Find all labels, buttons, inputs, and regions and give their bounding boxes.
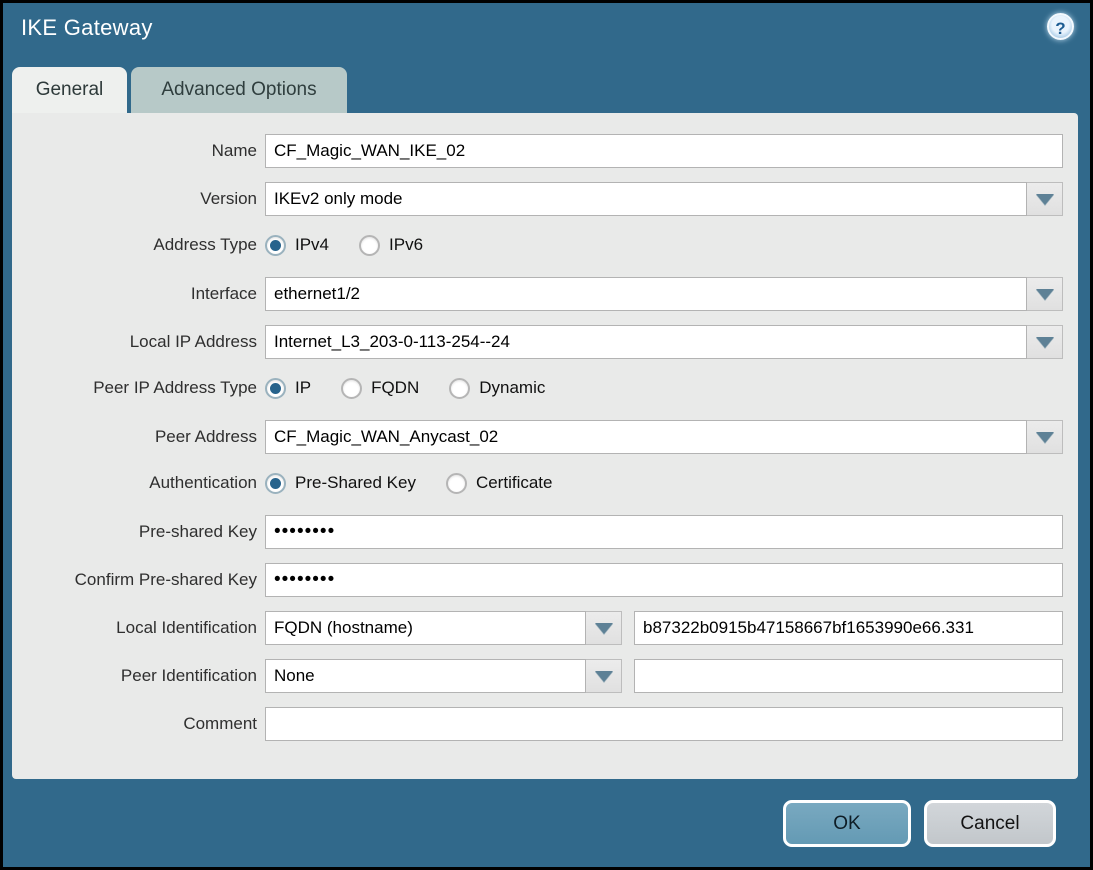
radio-pre-shared-key-icon[interactable] xyxy=(265,473,286,494)
dialog-title: IKE Gateway xyxy=(21,15,153,41)
radio-option-ipv4[interactable]: IPv4 xyxy=(265,235,329,256)
general-tab-panel: Name Version IKEv2 only mode Address Typ… xyxy=(12,113,1078,779)
cancel-button[interactable]: Cancel xyxy=(924,800,1056,847)
name-input[interactable] xyxy=(265,134,1063,168)
local-identification-label: Local Identification xyxy=(12,618,265,638)
peer-identification-type-select[interactable]: None xyxy=(265,659,622,693)
radio-ip-icon[interactable] xyxy=(265,378,286,399)
radio-fqdn-label: FQDN xyxy=(371,378,419,398)
peer-address-dropdown-button[interactable] xyxy=(1027,420,1063,454)
peer-identification-label: Peer Identification xyxy=(12,666,265,686)
local-ip-address-dropdown-button[interactable] xyxy=(1027,325,1063,359)
peer-address-select[interactable]: CF_Magic_WAN_Anycast_02 xyxy=(265,420,1063,454)
radio-ip-label: IP xyxy=(295,378,311,398)
peer-ip-address-type-row: Peer IP Address Type IP FQDN Dynamic xyxy=(12,373,1078,403)
peer-address-select-value[interactable]: CF_Magic_WAN_Anycast_02 xyxy=(265,420,1027,454)
tab-general-label: General xyxy=(36,79,104,101)
dialog-footer: OK Cancel xyxy=(783,800,1056,847)
comment-label: Comment xyxy=(12,714,265,734)
version-select[interactable]: IKEv2 only mode xyxy=(265,182,1063,216)
radio-ipv4-label: IPv4 xyxy=(295,235,329,255)
pre-shared-key-input[interactable] xyxy=(265,515,1063,549)
authentication-label: Authentication xyxy=(12,473,265,493)
local-ip-address-label: Local IP Address xyxy=(12,332,265,352)
interface-dropdown-button[interactable] xyxy=(1027,277,1063,311)
name-label: Name xyxy=(12,141,265,161)
local-identification-type-select[interactable]: FQDN (hostname) xyxy=(265,611,622,645)
radio-option-dynamic[interactable]: Dynamic xyxy=(449,378,545,399)
peer-identification-type-value[interactable]: None xyxy=(265,659,586,693)
help-icon[interactable]: ? xyxy=(1047,13,1074,40)
local-ip-address-select[interactable]: Internet_L3_203-0-113-254--24 xyxy=(265,325,1063,359)
confirm-pre-shared-key-input[interactable] xyxy=(265,563,1063,597)
radio-certificate-icon[interactable] xyxy=(446,473,467,494)
radio-ipv6-icon[interactable] xyxy=(359,235,380,256)
tab-advanced-options-label: Advanced Options xyxy=(161,79,316,101)
radio-option-ip[interactable]: IP xyxy=(265,378,311,399)
local-identification-type-value[interactable]: FQDN (hostname) xyxy=(265,611,586,645)
radio-option-certificate[interactable]: Certificate xyxy=(446,473,553,494)
chevron-down-icon xyxy=(1036,337,1054,348)
ok-button[interactable]: OK xyxy=(783,800,911,847)
peer-address-row: Peer Address CF_Magic_WAN_Anycast_02 xyxy=(12,420,1078,454)
radio-option-pre-shared-key[interactable]: Pre-Shared Key xyxy=(265,473,416,494)
name-row: Name xyxy=(12,134,1078,168)
local-identification-row: Local Identification FQDN (hostname) xyxy=(12,611,1078,645)
version-dropdown-button[interactable] xyxy=(1027,182,1063,216)
radio-fqdn-icon[interactable] xyxy=(341,378,362,399)
version-label: Version xyxy=(12,189,265,209)
interface-select[interactable]: ethernet1/2 xyxy=(265,277,1063,311)
interface-row: Interface ethernet1/2 xyxy=(12,277,1078,311)
address-type-row: Address Type IPv4 IPv6 xyxy=(12,230,1078,260)
interface-label: Interface xyxy=(12,284,265,304)
peer-ip-address-type-label: Peer IP Address Type xyxy=(12,378,265,398)
pre-shared-key-label: Pre-shared Key xyxy=(12,522,265,542)
radio-option-fqdn[interactable]: FQDN xyxy=(341,378,419,399)
address-type-label: Address Type xyxy=(12,235,265,255)
radio-pre-shared-key-label: Pre-Shared Key xyxy=(295,473,416,493)
local-identification-dropdown-button[interactable] xyxy=(586,611,622,645)
chevron-down-icon xyxy=(595,671,613,682)
confirm-pre-shared-key-label: Confirm Pre-shared Key xyxy=(12,570,265,590)
radio-certificate-label: Certificate xyxy=(476,473,553,493)
ike-gateway-dialog: IKE Gateway ? General Advanced Options N… xyxy=(3,3,1090,867)
chevron-down-icon xyxy=(1036,432,1054,443)
interface-select-value[interactable]: ethernet1/2 xyxy=(265,277,1027,311)
pre-shared-key-row: Pre-shared Key xyxy=(12,515,1078,549)
version-row: Version IKEv2 only mode xyxy=(12,182,1078,216)
radio-ipv4-icon[interactable] xyxy=(265,235,286,256)
radio-dynamic-label: Dynamic xyxy=(479,378,545,398)
comment-input[interactable] xyxy=(265,707,1063,741)
chevron-down-icon xyxy=(1036,289,1054,300)
confirm-pre-shared-key-row: Confirm Pre-shared Key xyxy=(12,563,1078,597)
version-select-value[interactable]: IKEv2 only mode xyxy=(265,182,1027,216)
chevron-down-icon xyxy=(1036,194,1054,205)
radio-option-ipv6[interactable]: IPv6 xyxy=(359,235,423,256)
authentication-row: Authentication Pre-Shared Key Certificat… xyxy=(12,468,1078,498)
peer-identification-value-input[interactable] xyxy=(634,659,1063,693)
comment-row: Comment xyxy=(12,707,1078,741)
tab-advanced-options[interactable]: Advanced Options xyxy=(131,67,347,113)
peer-address-label: Peer Address xyxy=(12,427,265,447)
tab-bar: General Advanced Options xyxy=(12,67,347,113)
radio-ipv6-label: IPv6 xyxy=(389,235,423,255)
peer-identification-row: Peer Identification None xyxy=(12,659,1078,693)
tab-general[interactable]: General xyxy=(12,67,127,113)
local-ip-address-row: Local IP Address Internet_L3_203-0-113-2… xyxy=(12,325,1078,359)
local-ip-address-select-value[interactable]: Internet_L3_203-0-113-254--24 xyxy=(265,325,1027,359)
peer-identification-dropdown-button[interactable] xyxy=(586,659,622,693)
chevron-down-icon xyxy=(595,623,613,634)
local-identification-value-input[interactable] xyxy=(634,611,1063,645)
radio-dynamic-icon[interactable] xyxy=(449,378,470,399)
